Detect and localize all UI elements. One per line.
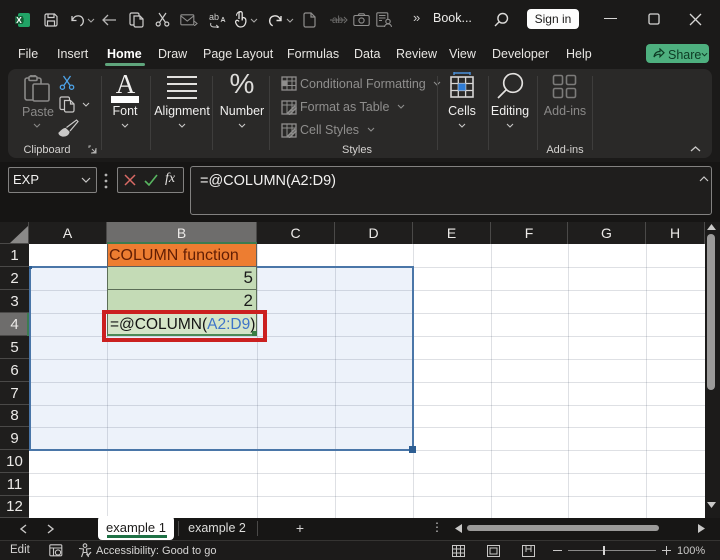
svg-text:ab: ab — [209, 12, 219, 22]
svg-text:X: X — [16, 15, 22, 25]
